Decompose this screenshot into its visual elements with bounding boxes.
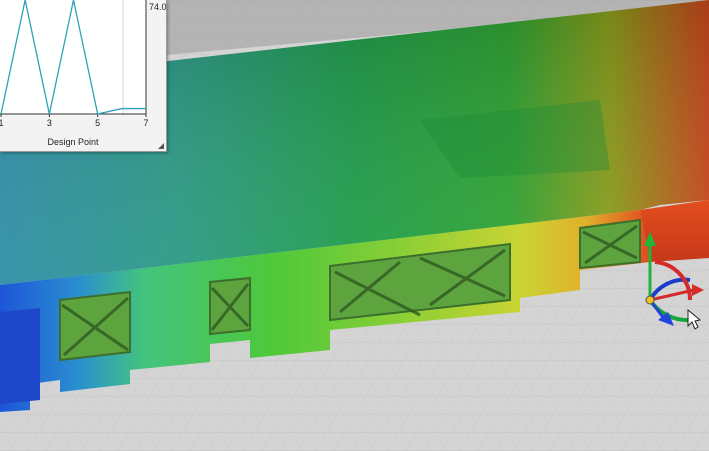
x-tick-label: 1 (0, 118, 4, 128)
x-tick-label: 7 (143, 118, 148, 128)
y-tick-top: 74.0 (149, 2, 166, 12)
resize-grip-icon[interactable] (158, 143, 164, 149)
part-foot-left (0, 308, 40, 404)
design-point-chart: 1 3 5 7 74.0 Design Point (0, 0, 166, 147)
x-tick-label: 3 (47, 118, 52, 128)
design-point-chart-panel[interactable]: 1 3 5 7 74.0 Design Point (0, 0, 167, 152)
x-tick-label: 5 (95, 118, 100, 128)
x-axis-label: Design Point (47, 137, 99, 147)
